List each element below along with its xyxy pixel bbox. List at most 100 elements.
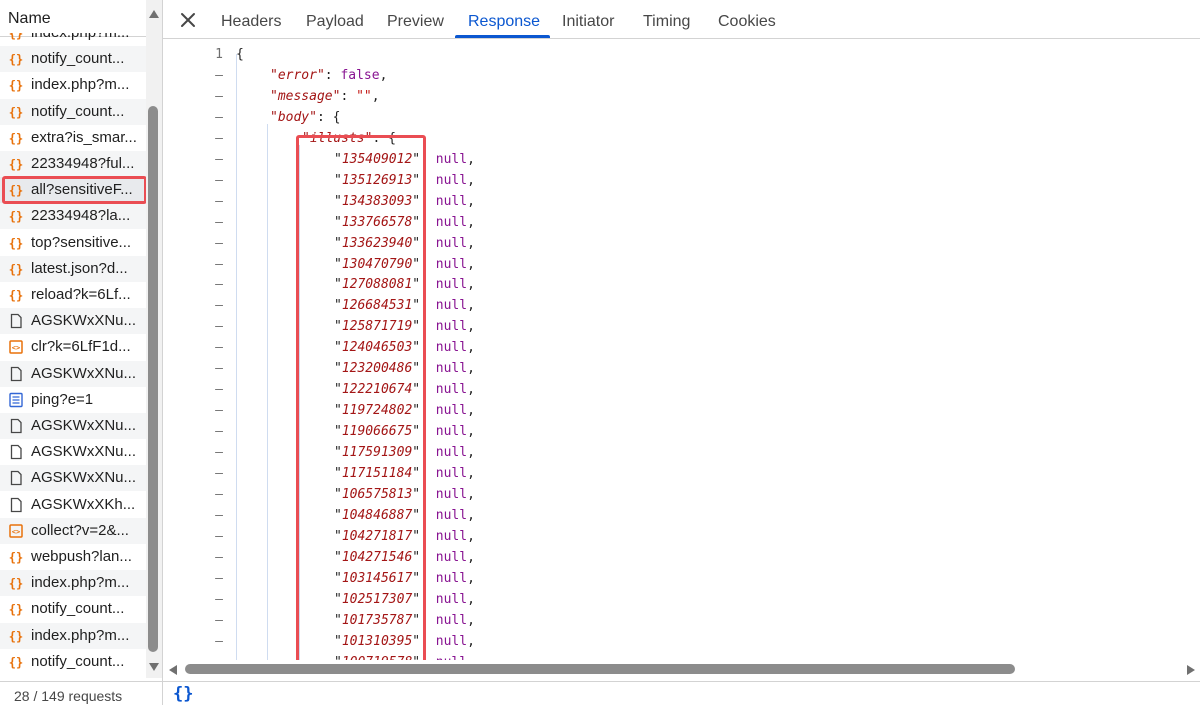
fetch-xhr-icon: {} [8,51,24,67]
code-token: : [420,528,436,544]
tab-response[interactable]: Response [468,13,540,31]
request-row[interactable]: {} top?sensitive... [0,230,146,256]
tab-preview[interactable]: Preview [387,13,444,31]
code-token: , [467,591,475,607]
request-row[interactable]: {} webpush?lan... [0,544,146,570]
request-row[interactable]: AGSKWxXNu... [0,413,146,439]
code-token: " [412,172,421,188]
code-token: : [420,277,436,293]
svg-text:{}: {} [9,655,23,669]
close-icon[interactable] [177,9,199,31]
request-row[interactable]: AGSKWxXNu... [0,465,146,492]
fetch-xhr-icon: {} [8,130,24,146]
tab-initiator[interactable]: Initiator [562,13,614,31]
svg-text:{}: {} [9,79,23,93]
pretty-print-button[interactable]: {} [173,684,193,704]
json-value: null [435,235,468,251]
request-row[interactable]: {} index.php?m... [0,33,146,46]
code-token: , [467,466,475,481]
code-token: " [334,298,342,314]
request-row[interactable]: {} 22334948?ful... [0,151,146,177]
request-name: AGSKWxXNu... [31,443,137,461]
line-number: – [215,88,223,104]
tab-cookies[interactable]: Cookies [718,13,776,31]
fetch-xhr-icon: {} [8,601,24,617]
illust-id: 101735787 [341,612,413,628]
request-name: notify_count... [31,102,125,120]
scroll-right-icon[interactable] [1187,665,1195,675]
code-line: "135409012": null, [334,152,475,167]
json-value: null [435,445,468,461]
code-token: : [420,445,436,461]
code-token: " [412,319,421,335]
illust-id: 104846887 [341,507,413,523]
request-row[interactable]: {} notify_count... [0,46,146,73]
request-list-scrollbar[interactable] [146,0,162,678]
tab-headers[interactable]: Headers [221,13,281,31]
tab-payload[interactable]: Payload [306,13,364,31]
code-token: " [412,403,421,419]
scrollbar-thumb[interactable] [148,106,158,652]
request-row[interactable]: {} index.php?m... [0,622,146,649]
request-name: latest.json?d... [31,259,128,277]
request-row[interactable]: {} 22334948?la... [0,203,146,230]
code-line: "125871719": null, [334,319,475,334]
line-number: – [215,340,223,356]
scroll-up-icon[interactable] [149,10,159,18]
request-name: index.php?m... [31,33,141,41]
script-icon: <> [8,523,24,539]
request-row[interactable]: AGSKWxXNu... [0,308,146,335]
code-line: "104846887": null, [334,508,475,523]
request-row[interactable]: {} extra?is_smar... [0,125,146,151]
code-token: , [467,235,475,251]
horizontal-scrollbar[interactable] [163,660,1200,680]
request-row[interactable]: AGSKWxXNu... [0,360,146,387]
code-line: "102517307": null, [334,592,475,607]
request-row[interactable]: {} latest.json?d... [0,255,146,282]
request-name: notify_count... [31,50,125,68]
code-token: : [420,466,436,481]
illust-id: 130470790 [341,256,413,272]
horizontal-scrollbar-thumb[interactable] [185,664,1015,674]
code-line: "133766578": null, [334,215,475,230]
request-row[interactable]: AGSKWxXNu... [0,439,146,465]
tab-timing[interactable]: Timing [643,13,690,31]
illust-id: 101310395 [341,633,413,649]
request-row[interactable]: {} reload?k=6Lf... [0,282,146,308]
request-row[interactable]: {} notify_count... [0,98,146,125]
request-name: AGSKWxXNu... [31,364,137,382]
illust-id: 106575813 [341,486,413,502]
json-value: null [435,507,468,523]
request-row-selected[interactable]: {} all?sensitiveF... [0,177,146,204]
request-row[interactable]: {} notify_count... [0,596,146,622]
scroll-down-icon[interactable] [149,663,159,671]
code-token: " [334,570,342,586]
request-row[interactable]: {} index.php?m... [0,570,146,597]
code-token: " [412,486,421,502]
json-value: null [435,277,468,293]
request-row[interactable]: {} index.php?m... [0,72,146,98]
request-row[interactable]: {} notify_count... [0,649,146,675]
fetch-xhr-icon: {} [8,156,24,172]
request-row[interactable]: ping?e=1 [0,387,146,413]
json-value: null [435,549,468,565]
line-number: – [215,570,223,586]
svg-text:{}: {} [9,210,23,224]
illust-id: 119724802 [341,403,413,419]
request-row[interactable]: AGSKWxXKh... [0,492,146,518]
code-token: " [412,570,421,586]
response-body-viewer[interactable]: 1{– "error": false, – "message": "", – "body"… [163,40,1200,660]
code-line: "104271546": null, [334,550,475,565]
code-token: " [412,256,421,272]
response-footer: {} [163,681,1200,706]
scroll-left-icon[interactable] [169,665,177,675]
code-line: "101310395": null, [334,634,475,649]
request-row[interactable]: <> collect?v=2&... [0,517,146,544]
code-line: "134383093": null, [334,194,475,209]
name-column-header[interactable]: Name [0,0,146,37]
request-row[interactable]: <> clr?k=6LfF1d... [0,334,146,360]
code-token: : [420,361,436,377]
code-token: " [412,235,421,251]
svg-text:{}: {} [9,53,23,67]
illust-id: 102517307 [341,591,413,607]
